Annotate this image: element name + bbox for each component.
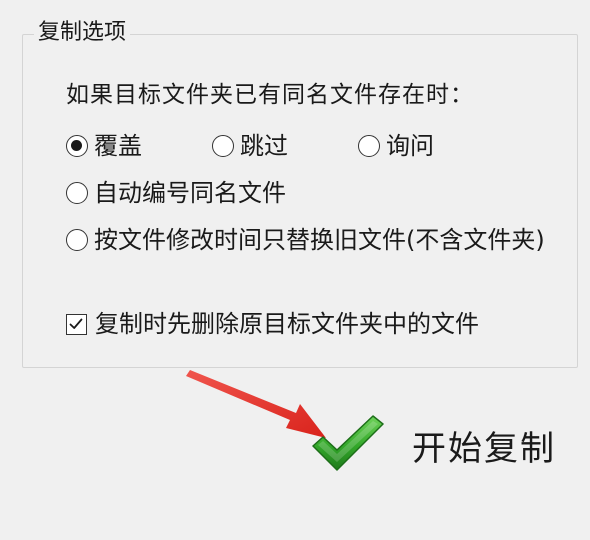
radio-indicator[interactable] [66, 229, 88, 251]
radio-overwrite-label: 覆盖 [94, 132, 142, 160]
radio-auto-number-label: 自动编号同名文件 [94, 179, 286, 207]
radio-indicator[interactable] [212, 135, 234, 157]
checkmark-icon [69, 318, 83, 329]
radio-indicator-checked[interactable] [66, 135, 88, 157]
radio-indicator[interactable] [66, 182, 88, 204]
radio-auto-number[interactable]: 自动编号同名文件 [66, 178, 286, 208]
checkbox-delete-first[interactable]: 复制时先删除原目标文件夹中的文件 [66, 309, 479, 339]
green-check-icon[interactable] [310, 412, 386, 474]
radio-ask[interactable]: 询问 [358, 131, 434, 161]
radio-indicator[interactable] [358, 135, 380, 157]
radio-replace-old-label: 按文件修改时间只替换旧文件(不含文件夹) [94, 226, 545, 254]
checkbox-indicator-checked[interactable] [66, 313, 87, 335]
start-copy-label[interactable]: 开始复制 [412, 427, 556, 471]
conflict-prompt: 如果目标文件夹已有同名文件存在时： [66, 82, 474, 108]
radio-ask-label: 询问 [386, 132, 434, 160]
radio-overwrite[interactable]: 覆盖 [66, 131, 142, 161]
red-arrow-icon [186, 370, 326, 438]
radio-skip-label: 跳过 [240, 132, 288, 160]
radio-skip[interactable]: 跳过 [212, 131, 288, 161]
checkbox-delete-first-label: 复制时先删除原目标文件夹中的文件 [95, 310, 479, 338]
group-title: 复制选项 [34, 16, 131, 50]
radio-replace-old[interactable]: 按文件修改时间只替换旧文件(不含文件夹) [66, 225, 545, 255]
